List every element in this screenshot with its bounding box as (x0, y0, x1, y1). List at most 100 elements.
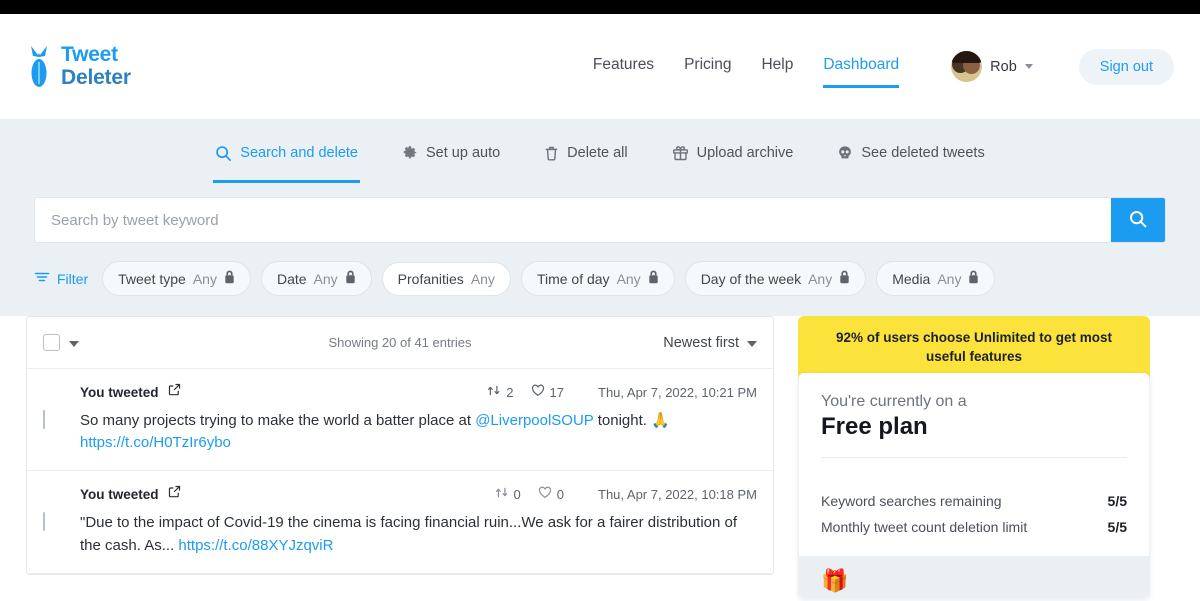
plan-sidebar: 92% of users choose Unlimited to get mos… (798, 316, 1150, 600)
retweet-icon (495, 486, 509, 502)
plan-subtitle: You're currently on a (821, 393, 967, 411)
tweet-text: "Due to the impact of Covid-19 the cinem… (80, 512, 757, 556)
tab-bar: Search and delete Set up auto Delete all… (0, 119, 1200, 183)
filter-icon (34, 270, 50, 287)
chip-name: Media (892, 270, 931, 287)
filter-chip-media[interactable]: Media Any (876, 261, 996, 296)
tab-label: Set up auto (426, 145, 501, 161)
trash-icon (544, 145, 559, 162)
like-metric: 17 (531, 384, 564, 400)
external-link-icon[interactable] (168, 383, 181, 401)
filter-toggle[interactable]: Filter (34, 270, 88, 287)
like-metric: 0 (538, 486, 564, 502)
app-root: Tweet Deleter Features Pricing Help Dash… (0, 0, 1200, 601)
plan-limit-row: Monthly tweet count deletion limit 5/5 (821, 514, 1127, 540)
filter-chip-time-of-day[interactable]: Time of day Any (520, 261, 675, 296)
tweet-body: You tweeted (80, 383, 757, 454)
tweet-text-before: So many projects trying to make the worl… (80, 412, 476, 429)
bomb-icon (26, 44, 52, 90)
tweet-checkbox[interactable] (43, 410, 45, 429)
user-name: Rob (990, 58, 1017, 75)
search-submit-button[interactable] (1111, 198, 1165, 242)
chevron-down-icon (747, 335, 757, 351)
heart-icon (538, 486, 552, 502)
nav-item-features[interactable]: Features (593, 56, 654, 78)
tweet-metrics: 2 17 Thu, Apr 7, 2022, 10:21 PM (487, 384, 757, 400)
plan-name: Free plan (821, 413, 928, 441)
search-box (34, 197, 1166, 243)
chip-name: Day of the week (700, 270, 802, 287)
filter-chip-tweet-type[interactable]: Tweet type Any (102, 261, 251, 296)
tweet-url[interactable]: https://t.co/88XYJzqviR (178, 537, 333, 554)
plan-limits: Keyword searches remaining 5/5 Monthly t… (799, 474, 1149, 556)
avatar (951, 51, 983, 82)
tweet-meta: You tweeted (80, 485, 757, 503)
chip-value: Any (937, 270, 962, 287)
logo[interactable]: Tweet Deleter (26, 44, 131, 90)
lock-icon (224, 270, 235, 287)
gift-promo-strip[interactable]: 🎁 (799, 556, 1149, 599)
limit-label: Monthly tweet count deletion limit (821, 519, 1028, 536)
chip-name: Time of day (536, 270, 610, 287)
filter-chip-day-of-the-week[interactable]: Day of the week Any (684, 261, 867, 296)
tweet-mention[interactable]: @LiverpoolSOUP (475, 412, 593, 429)
sort-dropdown[interactable]: Newest first (663, 335, 757, 351)
tweet-row: You tweeted (27, 471, 773, 574)
tab-see-deleted-tweets[interactable]: See deleted tweets (835, 137, 986, 183)
user-menu[interactable]: Rob (951, 51, 1033, 82)
skull-icon (837, 145, 853, 161)
select-all-checkbox[interactable] (43, 334, 60, 351)
retweet-count: 2 (506, 384, 514, 400)
filter-chip-date[interactable]: Date Any (260, 261, 372, 296)
retweet-count: 0 (513, 486, 521, 502)
nav-item-pricing[interactable]: Pricing (684, 56, 731, 78)
chip-name: Date (276, 270, 307, 287)
browser-top-bar (0, 0, 1200, 14)
limit-label: Keyword searches remaining (821, 493, 1002, 510)
select-all-dropdown-icon[interactable] (69, 334, 79, 352)
divider (821, 457, 1127, 459)
chip-value: Any (470, 270, 495, 287)
gear-icon (402, 145, 418, 161)
tab-set-up-auto[interactable]: Set up auto (400, 137, 502, 183)
filter-label: Filter (57, 270, 89, 287)
limit-value: 5/5 (1107, 493, 1127, 510)
limit-value: 5/5 (1107, 519, 1127, 536)
like-count: 0 (556, 486, 564, 502)
search-input[interactable] (35, 198, 1111, 242)
heart-icon (531, 384, 545, 400)
nav-item-help[interactable]: Help (761, 56, 793, 78)
main-content: Showing 20 of 41 entries Newest first Yo… (0, 316, 1200, 600)
chip-value: Any (192, 270, 217, 287)
chevron-down-icon (1024, 64, 1033, 69)
sort-label: Newest first (663, 334, 739, 351)
tab-delete-all[interactable]: Delete all (542, 137, 629, 183)
tweet-url[interactable]: https://t.co/H0TzIr6ybo (80, 434, 231, 451)
like-count: 17 (549, 384, 564, 400)
tab-label: See deleted tweets (861, 145, 985, 161)
site-header: Tweet Deleter Features Pricing Help Dash… (0, 14, 1200, 119)
tweet-body: You tweeted (80, 485, 757, 556)
filter-chip-profanities[interactable]: Profanities Any (381, 261, 511, 296)
tweet-row: You tweeted (27, 369, 773, 472)
tweet-list-header: Showing 20 of 41 entries Newest first (27, 317, 773, 369)
search-row (0, 183, 1200, 243)
search-icon (215, 145, 232, 162)
chip-name: Profanities (397, 270, 464, 287)
tweet-checkbox[interactable] (43, 512, 45, 532)
external-link-icon[interactable] (168, 485, 181, 503)
tweet-timestamp: Thu, Apr 7, 2022, 10:21 PM (598, 384, 757, 400)
tweet-meta: You tweeted (80, 383, 757, 401)
tab-upload-archive[interactable]: Upload archive (670, 137, 796, 183)
promo-banner[interactable]: 92% of users choose Unlimited to get mos… (798, 316, 1150, 380)
tab-search-and-delete[interactable]: Search and delete (213, 137, 360, 183)
sign-out-button[interactable]: Sign out (1078, 48, 1174, 85)
tab-label: Search and delete (240, 145, 358, 161)
nav-item-dashboard[interactable]: Dashboard (823, 56, 899, 88)
lock-icon (839, 270, 850, 287)
logo-line-1: Tweet (61, 43, 118, 67)
plan-heading-block: You're currently on a Free plan (799, 373, 1149, 474)
tab-label: Delete all (567, 145, 628, 161)
chip-value: Any (313, 270, 338, 287)
tab-label: Upload archive (696, 145, 794, 161)
